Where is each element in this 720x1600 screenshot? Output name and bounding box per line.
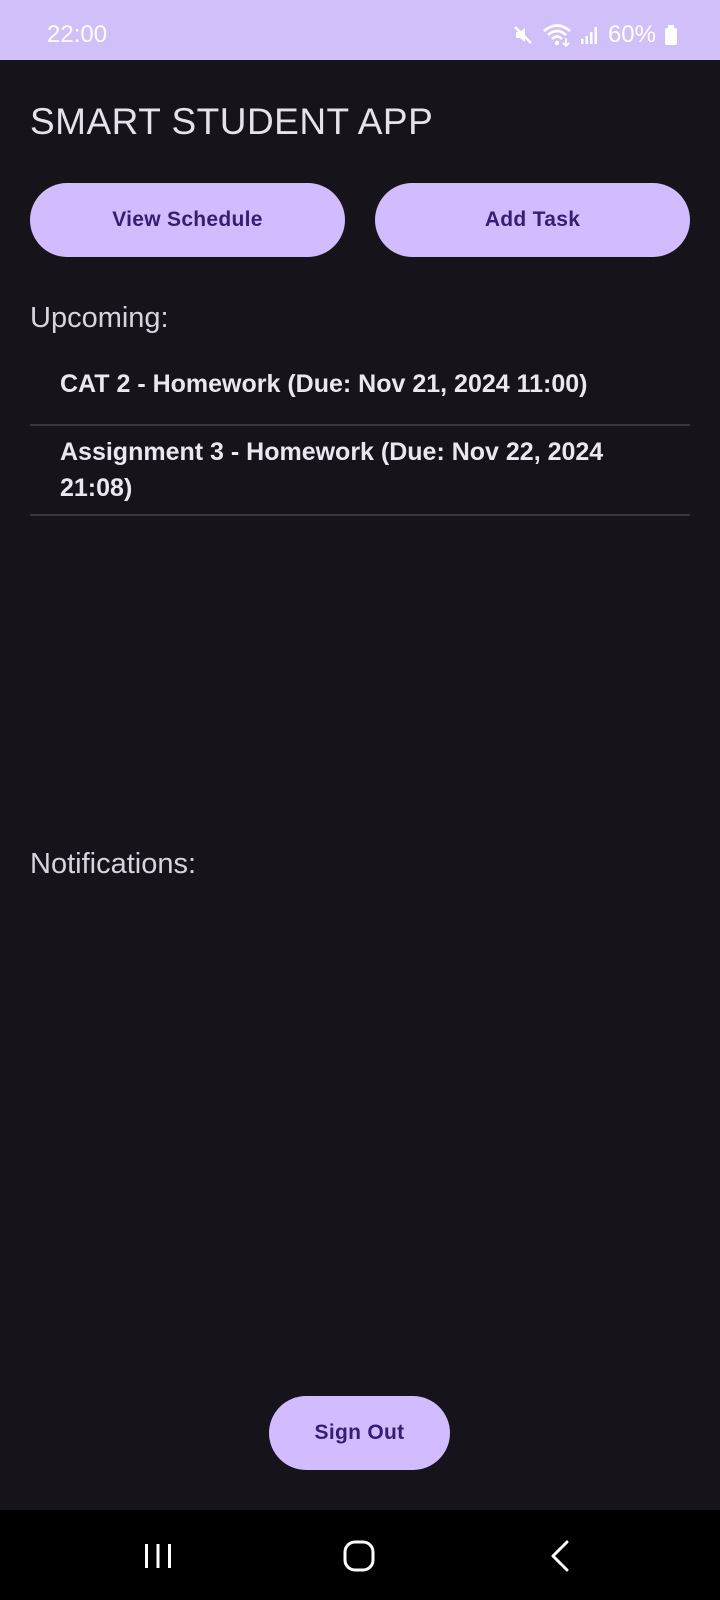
app-title: SMART STUDENT APP	[30, 101, 434, 142]
wifi-icon	[542, 23, 572, 47]
signal-icon	[580, 25, 600, 45]
status-icons: 60%	[512, 20, 678, 50]
list-item[interactable]: Assignment 3 - Homework (Due: Nov 22, 20…	[30, 426, 690, 516]
status-bar: 22:00 60%	[0, 0, 720, 60]
navigation-bar	[0, 1510, 720, 1600]
upcoming-heading: Upcoming:	[30, 302, 169, 334]
add-task-button[interactable]: Add Task	[375, 183, 690, 257]
app-screen: 22:00 60% SMART STUDENT APP View Schedul…	[0, 0, 720, 1600]
back-icon[interactable]	[541, 1540, 581, 1572]
mute-icon	[512, 24, 534, 46]
upcoming-list: CAT 2 - Homework (Due: Nov 21, 2024 11:0…	[30, 350, 690, 516]
view-schedule-button[interactable]: View Schedule	[30, 183, 345, 257]
list-item[interactable]: CAT 2 - Homework (Due: Nov 21, 2024 11:0…	[30, 350, 690, 426]
notifications-heading: Notifications:	[30, 848, 197, 880]
recent-apps-icon[interactable]	[138, 1540, 178, 1572]
sign-out-button[interactable]: Sign Out	[269, 1396, 450, 1470]
battery-icon	[664, 24, 678, 46]
status-time: 22:00	[47, 21, 108, 48]
battery-level: 60%	[607, 21, 656, 48]
home-icon[interactable]	[339, 1540, 379, 1572]
